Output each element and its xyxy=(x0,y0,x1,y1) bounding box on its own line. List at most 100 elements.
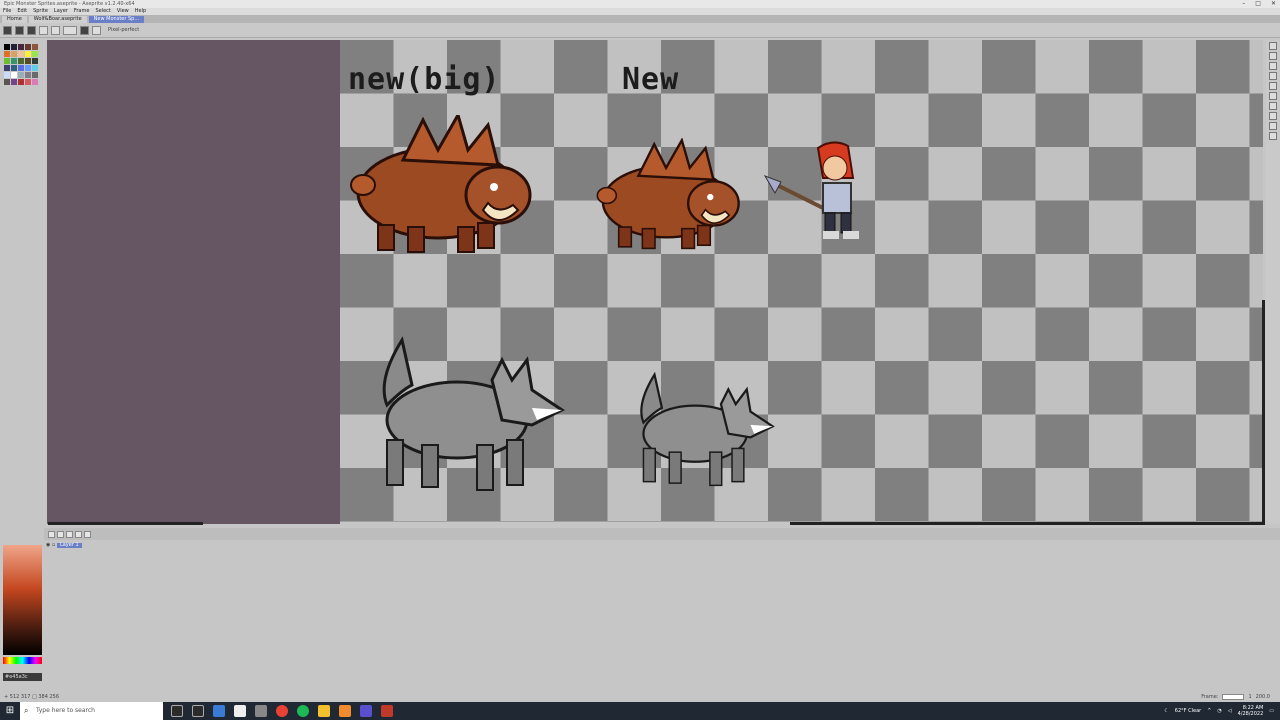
brush-type-icon[interactable] xyxy=(3,25,12,35)
brush-shape-icon[interactable] xyxy=(39,25,48,35)
palette-swatch[interactable] xyxy=(11,65,17,71)
notification-icon[interactable]: ▭ xyxy=(1269,708,1274,714)
clock[interactable]: 8:22 AM 4/28/2022 xyxy=(1238,705,1264,717)
aseprite-icon[interactable] xyxy=(381,705,393,717)
settings-app-icon[interactable] xyxy=(255,705,267,717)
palette-swatch[interactable] xyxy=(11,44,17,50)
palette-swatch[interactable] xyxy=(18,72,24,78)
palette-swatch[interactable] xyxy=(32,51,38,57)
palette-swatch[interactable] xyxy=(25,44,31,50)
taskbar-search-input[interactable]: ⌕ Type here to search xyxy=(20,702,163,720)
palette-swatch[interactable] xyxy=(18,51,24,57)
marquee-tool-icon[interactable] xyxy=(1269,42,1277,50)
palette-swatch[interactable] xyxy=(11,72,17,78)
palette-swatch[interactable] xyxy=(25,51,31,57)
palette-swatch[interactable] xyxy=(4,72,10,78)
tab-wolf-boar[interactable]: Wolf&Boar.aseprite xyxy=(28,16,87,23)
palette-swatch[interactable] xyxy=(11,51,17,57)
color-palette[interactable] xyxy=(2,42,38,112)
first-frame-button[interactable] xyxy=(48,530,55,538)
palette-swatch[interactable] xyxy=(11,58,17,64)
palette-swatch[interactable] xyxy=(4,44,10,50)
close-button[interactable]: ✕ xyxy=(1271,0,1276,8)
horizontal-scrollbar-left[interactable] xyxy=(48,522,203,525)
tab-new-monster[interactable]: New Monster Sp... xyxy=(88,16,145,23)
document-app-icon[interactable] xyxy=(234,705,246,717)
lock-icon[interactable]: ▫ xyxy=(52,542,55,548)
brush-size-icon[interactable] xyxy=(15,25,24,35)
opacity-field[interactable] xyxy=(63,25,77,35)
pixel-perfect-checkbox[interactable] xyxy=(80,25,89,35)
chevron-up-icon[interactable]: ^ xyxy=(1207,708,1211,714)
hex-color-field[interactable]: #e45a3c xyxy=(3,673,42,681)
play-button[interactable] xyxy=(66,530,73,538)
menu-frame[interactable]: Frame xyxy=(74,8,90,15)
ink-icon[interactable] xyxy=(51,25,60,35)
next-frame-button[interactable] xyxy=(75,530,82,538)
weather-icon[interactable]: ☾ xyxy=(1164,708,1168,714)
symmetry-icon[interactable] xyxy=(92,25,101,35)
prev-frame-button[interactable] xyxy=(57,530,64,538)
file-explorer-icon[interactable] xyxy=(318,705,330,717)
horizontal-scrollbar[interactable] xyxy=(790,522,1265,525)
tab-home[interactable]: Home xyxy=(2,16,27,23)
layer-name[interactable]: Layer 1 xyxy=(56,543,82,548)
pencil-tool-icon[interactable] xyxy=(1269,72,1277,80)
palette-swatch[interactable] xyxy=(18,44,24,50)
palette-swatch[interactable] xyxy=(11,79,17,85)
task-view-icon[interactable] xyxy=(192,705,204,717)
cortana-icon[interactable] xyxy=(171,705,183,717)
palette-swatch[interactable] xyxy=(4,79,10,85)
palette-swatch[interactable] xyxy=(32,44,38,50)
zoom-tool-icon[interactable] xyxy=(1269,102,1277,110)
line-tool-icon[interactable] xyxy=(1269,132,1277,140)
windows-start-icon[interactable]: ⊞ xyxy=(0,702,20,720)
layer-row[interactable]: ◉ ▫ Layer 1 xyxy=(46,542,120,553)
minimize-button[interactable]: – xyxy=(1242,0,1245,8)
palette-swatch[interactable] xyxy=(18,65,24,71)
palette-swatch[interactable] xyxy=(18,79,24,85)
wand-tool-icon[interactable] xyxy=(1269,62,1277,70)
weather-text[interactable]: 62°F Clear xyxy=(1175,708,1201,714)
palette-swatch[interactable] xyxy=(25,65,31,71)
hue-slider[interactable] xyxy=(3,657,42,664)
palette-swatch[interactable] xyxy=(25,58,31,64)
app-icon[interactable] xyxy=(339,705,351,717)
palette-swatch[interactable] xyxy=(4,65,10,71)
palette-swatch[interactable] xyxy=(25,72,31,78)
spotify-icon[interactable] xyxy=(297,705,309,717)
menu-edit[interactable]: Edit xyxy=(17,8,27,15)
menu-layer[interactable]: Layer xyxy=(54,8,68,15)
zoom-value[interactable]: 200.0 xyxy=(1256,692,1270,702)
network-icon[interactable]: ◔ xyxy=(1217,708,1221,714)
menu-view[interactable]: View xyxy=(117,8,129,15)
palette-swatch[interactable] xyxy=(32,72,38,78)
fill-tool-icon[interactable] xyxy=(1269,122,1277,130)
eye-icon[interactable]: ◉ xyxy=(46,542,50,548)
palette-swatch[interactable] xyxy=(4,58,10,64)
move-tool-icon[interactable] xyxy=(1269,112,1277,120)
menu-help[interactable]: Help xyxy=(135,8,146,15)
discord-icon[interactable] xyxy=(360,705,372,717)
brush-angle-icon[interactable] xyxy=(27,25,36,35)
menu-file[interactable]: File xyxy=(3,8,11,15)
menu-select[interactable]: Select xyxy=(95,8,110,15)
palette-swatch[interactable] xyxy=(25,79,31,85)
last-frame-button[interactable] xyxy=(84,530,91,538)
volume-icon[interactable]: ◁ xyxy=(1228,708,1232,714)
palette-swatch[interactable] xyxy=(32,65,38,71)
maximize-button[interactable]: □ xyxy=(1255,0,1261,8)
palette-swatch[interactable] xyxy=(32,79,38,85)
chrome-icon[interactable] xyxy=(276,705,288,717)
lasso-tool-icon[interactable] xyxy=(1269,52,1277,60)
menu-sprite[interactable]: Sprite xyxy=(33,8,48,15)
eyedropper-tool-icon[interactable] xyxy=(1269,92,1277,100)
palette-swatch[interactable] xyxy=(32,58,38,64)
color-picker[interactable] xyxy=(3,545,42,655)
palette-swatch[interactable] xyxy=(18,58,24,64)
vertical-scrollbar[interactable] xyxy=(1262,300,1265,522)
sprite-canvas[interactable]: new(big) New xyxy=(340,40,1263,522)
pen-app-icon[interactable] xyxy=(213,705,225,717)
frame-field[interactable] xyxy=(1222,694,1245,700)
palette-swatch[interactable] xyxy=(4,51,10,57)
